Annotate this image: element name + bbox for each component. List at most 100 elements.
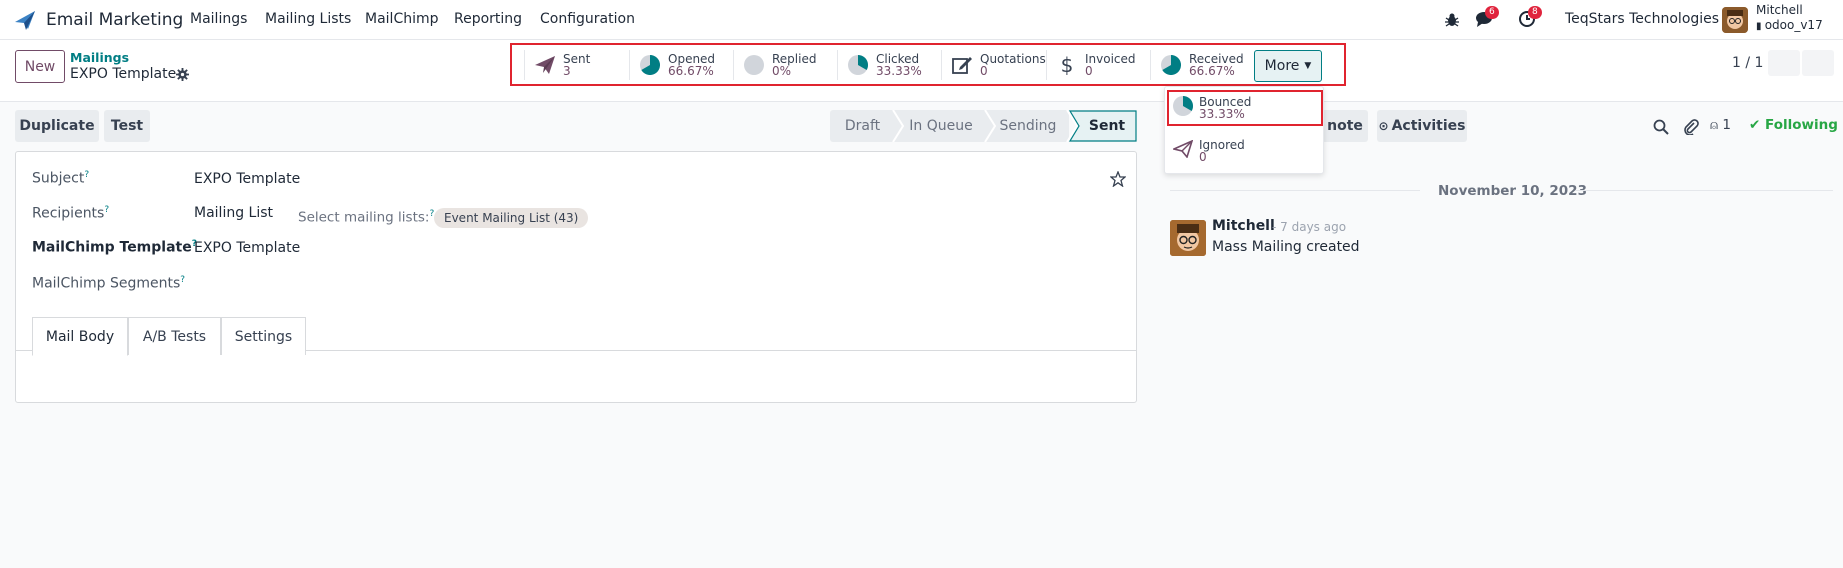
pie-chart-icon <box>848 55 868 75</box>
dollar-icon: $ <box>1060 53 1074 77</box>
followers-button[interactable]: ⍝ 1 <box>1710 117 1731 133</box>
new-button[interactable]: New <box>15 50 65 83</box>
stage-separators <box>892 110 1079 142</box>
company-switcher[interactable]: TeqStars Technologies <box>1565 11 1719 27</box>
tab-ab-tests[interactable]: A/B Tests <box>128 317 221 355</box>
message-time: - 7 days ago <box>1272 220 1347 234</box>
recipients-field[interactable]: Mailing List <box>194 205 273 221</box>
following-button[interactable]: ✔ Following <box>1749 117 1838 133</box>
bug-icon[interactable] <box>1444 10 1460 30</box>
stat-button-quotations[interactable]: Quotations 0 <box>941 50 1046 80</box>
stat-button-invoiced[interactable]: $ Invoiced 0 <box>1046 50 1150 80</box>
mailchimp-segments-label-text: MailChimp Segments <box>32 275 181 292</box>
stat-received-value: 66.67% <box>1189 63 1235 78</box>
user-avatar-image <box>1722 7 1748 33</box>
user-name[interactable]: Mitchell <box>1756 3 1803 17</box>
stat-clicked-value: 33.33% <box>876 63 922 78</box>
log-note-button[interactable]: note <box>1322 110 1368 142</box>
caret-down-icon: ▼ <box>1304 61 1312 71</box>
pie-chart-icon <box>1161 55 1181 75</box>
check-icon: ✔ <box>1749 117 1761 133</box>
mailing-list-tag[interactable]: Event Mailing List (43) <box>434 208 589 228</box>
paper-plane-icon <box>535 56 555 74</box>
pager-previous-button[interactable] <box>1768 50 1800 76</box>
pie-chart-icon <box>640 55 660 75</box>
menu-mailings[interactable]: Mailings <box>190 11 247 27</box>
stat-replied-label: Replied <box>772 51 817 66</box>
stat-sent-value: 3 <box>563 63 571 78</box>
following-label: Following <box>1765 117 1838 133</box>
stat-invoiced-label: Invoiced <box>1085 51 1136 66</box>
more-label: More <box>1264 58 1300 74</box>
mailchimp-template-label-text: MailChimp Template <box>32 239 192 256</box>
tooltip-icon[interactable]: ? <box>104 205 109 215</box>
stat-button-ignored[interactable]: Ignored 0 <box>1167 133 1323 169</box>
paper-plane-outline-icon <box>1171 139 1194 159</box>
select-mailing-lists-label: Select mailing lists:? <box>298 209 434 226</box>
message-author-avatar[interactable] <box>1170 220 1206 256</box>
stat-button-opened[interactable]: Opened 66.67% <box>629 50 733 80</box>
edit-icon <box>952 57 972 74</box>
form-sheet: Subject? EXPO Template Recipients? Maili… <box>15 151 1137 403</box>
stat-ignored-label: Ignored <box>1199 137 1245 152</box>
activities-button[interactable]: ⊙ Activities <box>1377 110 1467 142</box>
more-dropdown-toggle[interactable]: More ▼ <box>1254 50 1322 82</box>
stat-sent-label: Sent <box>563 51 591 66</box>
duplicate-button[interactable]: Duplicate <box>15 110 99 142</box>
action-bar: Duplicate Test Draft In Queue Sending Se… <box>0 102 1843 150</box>
menu-mailing-lists[interactable]: Mailing Lists <box>265 11 351 27</box>
breadcrumb-current: EXPO Template <box>70 66 177 82</box>
messages-systray[interactable]: 6 <box>1475 6 1499 30</box>
stat-button-sent[interactable]: Sent 3 <box>524 50 629 80</box>
activities-badge: 8 <box>1528 6 1542 19</box>
stat-ignored-value: 0 <box>1199 149 1207 164</box>
date-divider-left <box>1170 190 1420 191</box>
database-name: odoo_v17 <box>1764 18 1823 32</box>
followers-count: 1 <box>1722 117 1731 133</box>
pager-next-button[interactable] <box>1802 50 1834 76</box>
mailchimp-segments-label: MailChimp Segments? <box>32 275 185 292</box>
test-button[interactable]: Test <box>104 110 150 142</box>
message-body: Mass Mailing created <box>1212 239 1360 255</box>
email-marketing-logo-icon[interactable] <box>14 9 36 31</box>
star-icon[interactable] <box>1110 171 1126 187</box>
tooltip-icon[interactable]: ? <box>180 275 185 285</box>
subject-field[interactable]: EXPO Template <box>194 171 300 187</box>
stat-button-received[interactable]: Received 66.67% <box>1150 50 1254 80</box>
stat-quotations-value: 0 <box>980 63 988 78</box>
stat-button-replied[interactable]: Replied 0% <box>733 50 837 80</box>
stat-button-clicked[interactable]: Clicked 33.33% <box>837 50 941 80</box>
breadcrumb-parent[interactable]: Mailings <box>70 50 129 65</box>
pager-value[interactable]: 1 / 1 <box>1732 55 1763 71</box>
tab-mail-body[interactable]: Mail Body <box>32 317 128 356</box>
app-name[interactable]: Email Marketing <box>46 10 183 30</box>
chatter-date: November 10, 2023 <box>1438 183 1587 199</box>
stage-sent[interactable]: Sent <box>1078 110 1136 142</box>
tooltip-icon[interactable]: ? <box>84 170 89 180</box>
search-icon[interactable] <box>1653 119 1669 135</box>
mailchimp-template-field[interactable]: EXPO Template <box>194 240 300 256</box>
user-outline-icon: ⍝ <box>1710 117 1719 133</box>
gear-icon[interactable] <box>176 68 189 81</box>
stat-replied-value: 0% <box>772 63 792 78</box>
subject-label: Subject? <box>32 170 89 187</box>
clock-icon: ⊙ <box>1378 119 1389 133</box>
stat-opened-value: 66.67% <box>668 63 714 78</box>
message-author[interactable]: Mitchell <box>1212 218 1275 234</box>
stat-clicked-label: Clicked <box>876 51 920 66</box>
tab-settings[interactable]: Settings <box>221 317 306 355</box>
date-divider-right <box>1575 190 1833 191</box>
bounced-highlight <box>1167 90 1323 126</box>
top-navbar: Email Marketing Mailings Mailing Lists M… <box>0 0 1843 40</box>
notebook-tabs: Mail Body A/B Tests Settings <box>16 317 1136 356</box>
messages-badge: 6 <box>1485 6 1499 19</box>
paperclip-icon[interactable] <box>1683 118 1699 135</box>
stat-opened-label: Opened <box>668 51 716 66</box>
menu-configuration[interactable]: Configuration <box>540 11 635 27</box>
menu-mailchimp[interactable]: MailChimp <box>365 11 439 27</box>
user-avatar[interactable] <box>1722 7 1748 33</box>
database-icon: ▮ <box>1756 21 1765 32</box>
mailchimp-template-label: MailChimp Template? <box>32 239 197 256</box>
menu-reporting[interactable]: Reporting <box>454 11 522 27</box>
activities-systray[interactable]: 8 <box>1518 6 1542 30</box>
